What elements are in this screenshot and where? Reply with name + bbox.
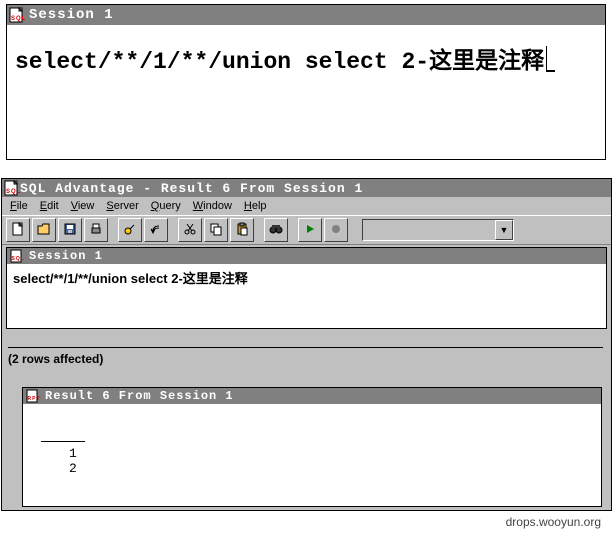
sql-file-icon: SQL (9, 248, 25, 264)
report-icon: RPT (25, 388, 41, 404)
text-cursor-icon (546, 46, 555, 72)
result-titlebar: RPT Result 6 From Session 1 (23, 388, 601, 404)
svg-text:SQL: SQL (6, 189, 20, 195)
cut-button[interactable] (178, 218, 202, 242)
menu-query[interactable]: Query (147, 198, 189, 214)
find-button[interactable] (264, 218, 288, 242)
print-button[interactable] (84, 218, 108, 242)
rows-affected-status: (2 rows affected) (8, 347, 603, 366)
app-window: SQL SQL Advantage - Result 6 From Sessio… (1, 178, 612, 511)
play-icon (303, 222, 317, 239)
open-button[interactable] (32, 218, 56, 242)
result-window: RPT Result 6 From Session 1 12 (22, 387, 602, 507)
binoculars-icon (269, 222, 283, 239)
result-title: Result 6 From Session 1 (45, 389, 234, 403)
save-disk-icon (63, 222, 77, 239)
open-folder-icon (37, 222, 51, 239)
result-row: 2 (41, 461, 583, 476)
stop-button[interactable] (324, 218, 348, 242)
app-titlebar: SQL SQL Advantage - Result 6 From Sessio… (2, 179, 611, 197)
inner-sql-statement: select/**/1/**/union select 2-这里是注释 (13, 271, 248, 286)
menu-help[interactable]: Help (240, 198, 275, 214)
result-content[interactable]: 12 (23, 404, 601, 516)
menu-bar: File Edit View Server Query Window Help (2, 197, 611, 215)
menu-window[interactable]: Window (189, 198, 240, 214)
svg-text:RPT: RPT (28, 396, 41, 402)
menu-view[interactable]: View (67, 198, 103, 214)
stop-icon (329, 222, 343, 239)
menu-file[interactable]: File (6, 198, 36, 214)
svg-text:SQL: SQL (12, 256, 25, 262)
inner-session-title: Session 1 (29, 249, 103, 263)
menu-edit[interactable]: Edit (36, 198, 67, 214)
app-title-text: SQL Advantage - Result 6 From Session 1 (20, 181, 363, 196)
sql-editor-window: SQL Session 1 select/**/1/**/union selec… (6, 4, 606, 160)
toolbar: ▼ (2, 215, 611, 245)
watermark-text: drops.wooyun.org (506, 515, 601, 529)
copy-button[interactable] (204, 218, 228, 242)
result-row: 1 (41, 446, 583, 461)
save-button[interactable] (58, 218, 82, 242)
run-button[interactable] (298, 218, 322, 242)
connect-button[interactable] (118, 218, 142, 242)
app-icon: SQL (4, 180, 20, 196)
sql-file-icon: SQL (9, 7, 25, 23)
connect-icon (123, 222, 137, 239)
paste-icon (235, 222, 249, 239)
sql-editor-titlebar: SQL Session 1 (7, 5, 605, 25)
svg-text:SQL: SQL (11, 16, 25, 22)
column-header-line (41, 429, 85, 442)
dropdown-arrow-icon: ▼ (495, 220, 513, 240)
database-combo[interactable]: ▼ (362, 219, 514, 241)
undo-icon (149, 222, 163, 239)
sql-statement: select/**/1/**/union select 2-这里是注释 (15, 49, 544, 75)
sql-editor-content[interactable]: select/**/1/**/union select 2-这里是注释 (7, 25, 605, 159)
paste-button[interactable] (230, 218, 254, 242)
inner-session-window: SQL Session 1 select/**/1/**/union selec… (6, 247, 607, 329)
copy-icon (209, 222, 223, 239)
menu-server[interactable]: Server (102, 198, 146, 214)
new-file-icon (11, 222, 25, 239)
printer-icon (89, 222, 103, 239)
new-button[interactable] (6, 218, 30, 242)
scissors-icon (183, 222, 197, 239)
inner-session-titlebar: SQL Session 1 (7, 248, 606, 264)
undo-button[interactable] (144, 218, 168, 242)
sql-editor-title: Session 1 (29, 7, 114, 23)
inner-session-content[interactable]: select/**/1/**/union select 2-这里是注释 (7, 264, 606, 291)
